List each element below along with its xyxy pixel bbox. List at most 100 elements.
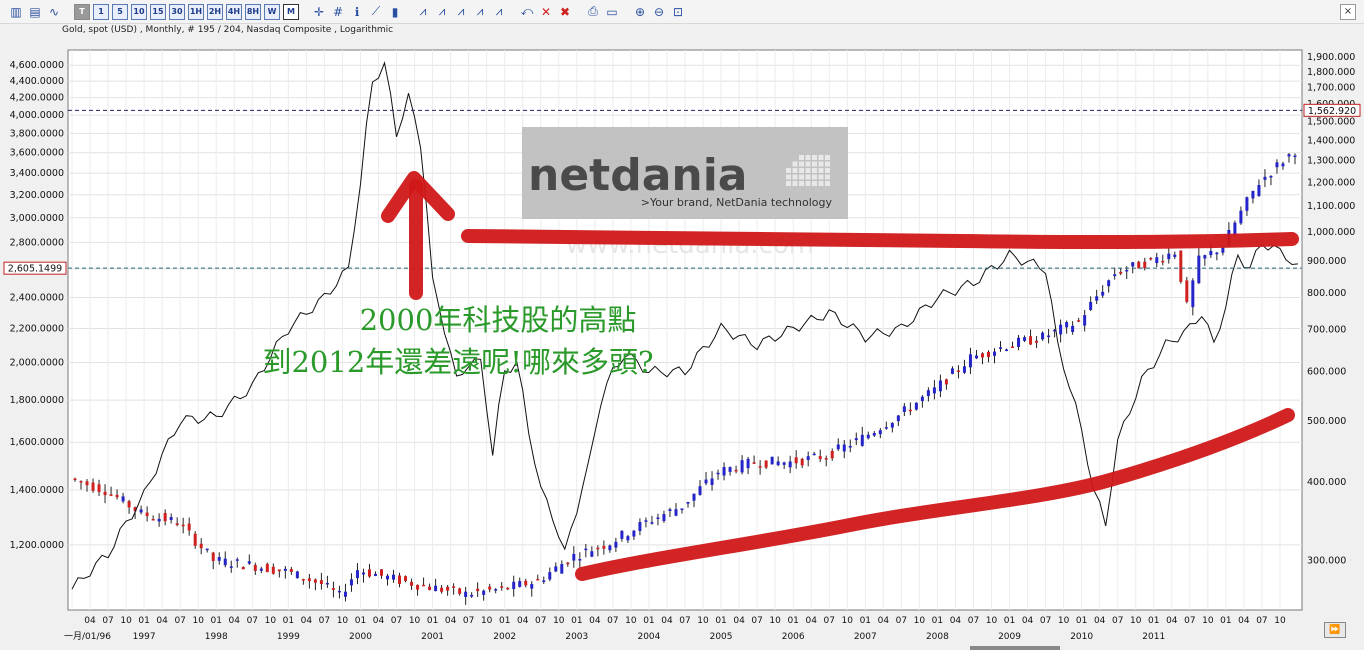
left-tick-label: 2,400.0000 [10,292,64,303]
gold-candle-body [608,545,612,551]
period-button-2h[interactable]: 2H [207,3,223,20]
gold-candle-body [211,552,215,561]
close-button[interactable]: × [1340,4,1356,20]
zoom-out-icon[interactable]: ⊖ [651,4,667,20]
gold-candle-body [398,575,402,584]
delete-all-icon[interactable]: ✖ [557,4,573,20]
x-tick-label: 07 [679,616,690,626]
gold-candle-body [782,462,786,465]
gold-candle-body [187,523,191,531]
x-year-label: 2004 [637,632,660,642]
arc-tool-icon[interactable]: ⩘ [472,4,488,20]
period-button-1[interactable]: 1 [93,3,109,20]
netdania-logo: netdania>Your brand, NetDania technology [522,127,848,219]
x-tick-label: 10 [553,616,565,626]
gold-candle-body [169,517,173,520]
x-year-label: 2002 [493,632,516,642]
period-button-1h[interactable]: 1H [188,3,204,20]
period-button-w[interactable]: W [264,3,280,20]
x-year-label: 2010 [1070,632,1093,642]
zoom-reset-icon[interactable]: ⊡ [670,4,686,20]
gold-candle-body [1269,175,1273,178]
print-icon[interactable]: ⎙ [585,4,601,20]
x-tick-label: 10 [769,616,781,626]
gold-candle-body [1209,250,1213,256]
crosshair-icon[interactable]: ✛ [311,4,327,20]
x-tick-label: 01 [932,616,943,626]
x-tick-label: 10 [481,616,493,626]
undo-icon[interactable]: ⤺ [519,4,535,20]
trendline-icon[interactable]: ⟋ [368,4,384,20]
gold-candle-body [740,460,744,473]
gold-candle-body [999,347,1003,349]
x-tick-label: 04 [445,616,457,626]
gold-candle-body [307,578,311,582]
right-tick-label: 1,300.000 [1307,156,1355,167]
gold-candle-body [878,430,882,435]
gold-candle-body [752,462,756,464]
left-tick-label: 4,200.0000 [10,93,64,104]
x-year-label: 2003 [565,632,588,642]
line-chart-icon[interactable]: ∿ [46,4,62,20]
gold-candle-body [325,582,329,585]
x-tick-label: 10 [842,616,854,626]
logo-tagline: >Your brand, NetDania technology [641,196,833,209]
period-button-4h[interactable]: 4H [226,3,242,20]
bar-chart-icon[interactable]: ▤ [27,4,43,20]
x-tick-label: 10 [1274,616,1286,626]
logo-dot [799,168,804,173]
fan-tool-icon[interactable]: ⩘ [491,4,507,20]
zoom-in-icon[interactable]: ⊕ [632,4,648,20]
period-button-m[interactable]: M [283,3,299,20]
gold-value-label: 1,562.920 [1308,106,1356,117]
gold-candle-body [271,566,275,574]
x-tick-label: 10 [697,616,709,626]
gold-candle-body [205,548,209,551]
x-tick-label: 10 [625,616,637,626]
gold-candle-body [848,446,852,448]
period-button-30[interactable]: 30 [169,3,185,20]
gann-tool-icon[interactable]: ⩘ [453,4,469,20]
period-button-15[interactable]: 15 [150,3,166,20]
scroll-end-button[interactable]: ⏩ [1324,622,1346,638]
info-icon[interactable]: ℹ [349,4,365,20]
chart-type-icon[interactable]: ▥ [8,4,24,20]
gold-candle-body [590,551,594,557]
delete-icon[interactable]: ✕ [538,4,554,20]
gold-candle-body [944,379,948,385]
period-button-10[interactable]: 10 [131,3,147,20]
logo-dot [812,161,817,167]
gold-candle-body [584,548,588,551]
x-year-label: 2008 [926,632,949,642]
channel-tool-icon[interactable]: ⩘ [434,4,450,20]
gold-candle-body [656,517,660,519]
fib-tool-icon[interactable]: ⩘ [415,4,431,20]
logo-dot [812,181,817,186]
gold-candle-body [1245,197,1249,211]
toolbar: ▥ ▤ ∿ T 1 5 10 15 30 1H 2H 4H 8H W M ✛ # ℹ ⟋ ▮ ⩘ ⩘ … [0,0,1364,24]
gold-candle-body [434,585,438,592]
gold-candle-body [301,578,305,581]
x-year-label: 2007 [854,632,877,642]
grid-icon[interactable]: # [330,4,346,20]
period-button-8h[interactable]: 8H [245,3,261,20]
gold-candle-body [283,568,287,571]
gold-candle-body [1113,274,1117,277]
gold-candle-body [1077,320,1081,322]
gold-candle-body [1221,247,1225,253]
logo-dot [812,168,817,173]
logo-dot [792,174,798,180]
gold-candle-body [337,590,341,593]
horizontal-scrollbar[interactable] [970,646,1060,650]
period-button-5[interactable]: 5 [112,3,128,20]
x-tick-label: 01 [1076,616,1087,626]
period-button-t[interactable]: T [74,3,90,20]
indicator-icon[interactable]: ▮ [387,4,403,20]
right-tick-label: 1,100.000 [1307,201,1355,212]
gold-candle-body [806,456,810,460]
gold-candle-body [836,444,840,450]
gold-candle-body [199,543,203,549]
print-preview-icon[interactable]: ▭ [604,4,620,20]
logo-dot [812,174,817,180]
x-tick-label: 01 [499,616,510,626]
